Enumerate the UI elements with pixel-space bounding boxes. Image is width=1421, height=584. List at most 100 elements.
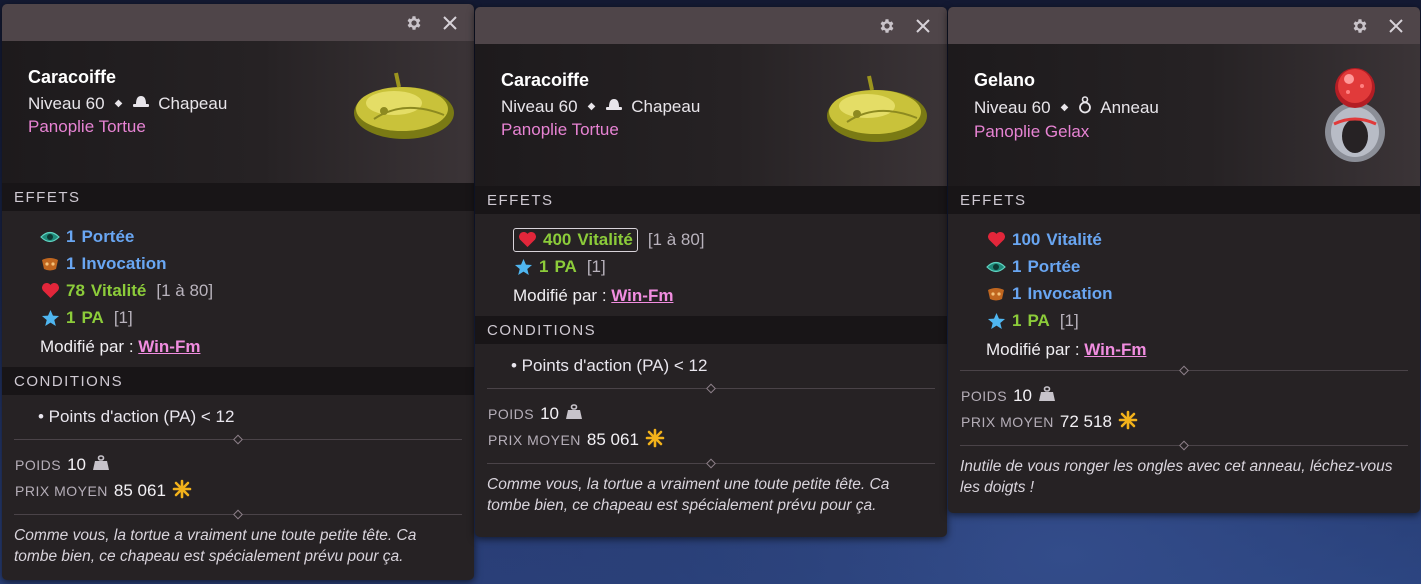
item-stats: POIDS 10 PRIX MOYEN 85 061: [2, 440, 474, 514]
item-type: Chapeau: [158, 93, 228, 113]
item-image-ring: [1320, 64, 1390, 169]
effect-value: 100: [1012, 229, 1041, 249]
effect-pa: 1 PA [1]: [986, 307, 1420, 334]
effect-stat: Vitalité: [577, 229, 633, 249]
item-tooltip-3: Gelano Niveau 60 ◆ Anneau Panoplie Gelax: [948, 7, 1420, 513]
item-stats: POIDS 10 PRIX MOYEN 72 518: [948, 371, 1420, 445]
effect-stat: PA: [1027, 310, 1050, 330]
weight-value: 10: [1013, 386, 1032, 405]
modifier-link[interactable]: Win-Fm: [138, 337, 200, 356]
effect-stat: Vitalité: [90, 280, 147, 300]
price-value: 72 518: [1059, 412, 1112, 431]
effect-value: 1: [539, 256, 549, 276]
weight-icon: [1038, 385, 1056, 407]
tooltip-titlebar: [948, 7, 1420, 44]
effect-value: 1: [1012, 256, 1022, 276]
item-type: Chapeau: [631, 96, 701, 116]
weight-icon: [92, 454, 110, 476]
item-level: Niveau 60: [501, 96, 578, 116]
tooltip-titlebar: [2, 4, 474, 41]
heart-icon: [517, 230, 537, 250]
item-stats: POIDS 10 PRIX MOYEN 85 061: [475, 389, 947, 463]
divider: [487, 388, 935, 389]
item-description: Inutile de vous ronger les ongles avec c…: [960, 458, 1393, 496]
price-row: PRIX MOYEN 85 061: [488, 427, 947, 453]
effect-stat: Portée: [1027, 256, 1081, 276]
modified-by: Modifié par : Win-Fm: [40, 337, 474, 357]
gear-icon[interactable]: [877, 16, 897, 36]
effect-value: 1: [1012, 310, 1022, 330]
price-value: 85 061: [586, 430, 639, 449]
hat-icon: [132, 93, 150, 114]
close-icon[interactable]: [913, 16, 933, 36]
modified-by-label: Modifié par :: [40, 337, 134, 356]
invocation-icon: [986, 284, 1006, 304]
conditions-section-title: CONDITIONS: [475, 316, 947, 344]
effect-range: 1 Portée: [986, 253, 1420, 280]
divider: [487, 463, 935, 464]
effect-highlight-box: 400 Vitalité: [513, 227, 638, 252]
modified-by: Modifié par : Win-Fm: [513, 286, 947, 306]
effect-stat: Portée: [81, 226, 135, 246]
effect-vitality: 400 Vitalité [1 à 80]: [513, 226, 947, 253]
price-label: PRIX MOYEN: [961, 414, 1054, 430]
item-header: Caracoiffe Niveau 60 ◆ Chapeau Panoplie …: [475, 44, 947, 186]
effect-stat: Invocation: [1027, 283, 1113, 303]
gear-icon[interactable]: [1350, 16, 1370, 36]
hat-icon: [605, 96, 623, 117]
eye-icon: [40, 227, 60, 247]
effects-list: 400 Vitalité [1 à 80] 1 PA [1] Modifié p…: [475, 214, 947, 316]
close-icon[interactable]: [1386, 16, 1406, 36]
effect-stat: PA: [554, 256, 577, 276]
star-icon: [986, 311, 1006, 331]
condition-text: • Points d'action (PA) < 12: [38, 407, 235, 426]
effect-value: 1: [66, 253, 76, 273]
effect-vitality: 78 Vitalité [1 à 80]: [40, 277, 474, 304]
effect-pa: 1 PA [1]: [40, 304, 474, 331]
weight-row: POIDS 10: [488, 401, 947, 427]
item-level: Niveau 60: [28, 93, 105, 113]
weight-label: POIDS: [15, 457, 62, 473]
effect-range-text: [1]: [1059, 310, 1079, 330]
item-description: Comme vous, la tortue a vraiment une tou…: [14, 527, 417, 565]
item-tooltip-1: Caracoiffe Niveau 60 ◆ Chapeau Panoplie …: [2, 4, 474, 580]
conditions-section-title: CONDITIONS: [2, 367, 474, 395]
heart-icon: [986, 230, 1006, 250]
ring-icon: [1078, 96, 1092, 119]
item-tooltip-2: Caracoiffe Niveau 60 ◆ Chapeau Panoplie …: [475, 7, 947, 537]
modifier-link[interactable]: Win-Fm: [611, 286, 673, 305]
effects-section-title: EFFETS: [475, 186, 947, 214]
weight-value: 10: [67, 455, 86, 474]
effects-list: 1 Portée 1 Invocation 78 Vitalité [1 à 8…: [2, 211, 474, 367]
price-row: PRIX MOYEN 72 518: [961, 409, 1420, 435]
close-icon[interactable]: [440, 13, 460, 33]
divider: [14, 514, 462, 515]
weight-label: POIDS: [961, 388, 1008, 404]
heart-icon: [40, 281, 60, 301]
eye-icon: [986, 257, 1006, 277]
divider: [960, 445, 1408, 446]
weight-label: POIDS: [488, 406, 535, 422]
kama-icon: [1118, 410, 1138, 435]
modified-by-label: Modifié par :: [986, 340, 1080, 359]
effect-range-text: [1]: [113, 307, 133, 327]
condition-text: • Points d'action (PA) < 12: [511, 356, 708, 375]
item-header: Caracoiffe Niveau 60 ◆ Chapeau Panoplie …: [2, 41, 474, 183]
effect-pa: 1 PA [1]: [513, 253, 947, 280]
effect-vitality: 100 Vitalité: [986, 226, 1420, 253]
price-value: 85 061: [113, 481, 166, 500]
effect-invocation: 1 Invocation: [40, 250, 474, 277]
item-image-hat: [344, 69, 456, 154]
kama-icon: [172, 479, 192, 504]
price-row: PRIX MOYEN 85 061: [15, 478, 474, 504]
effect-stat: Vitalité: [1046, 229, 1102, 249]
effect-stat: Invocation: [81, 253, 167, 273]
item-image-hat: [817, 72, 929, 157]
gear-icon[interactable]: [404, 13, 424, 33]
effects-section-title: EFFETS: [948, 186, 1420, 214]
separator-dot: ◆: [1060, 102, 1069, 113]
modifier-link[interactable]: Win-Fm: [1084, 340, 1146, 359]
effects-section-title: EFFETS: [2, 183, 474, 211]
weight-icon: [565, 403, 583, 425]
effect-value: 1: [1012, 283, 1022, 303]
